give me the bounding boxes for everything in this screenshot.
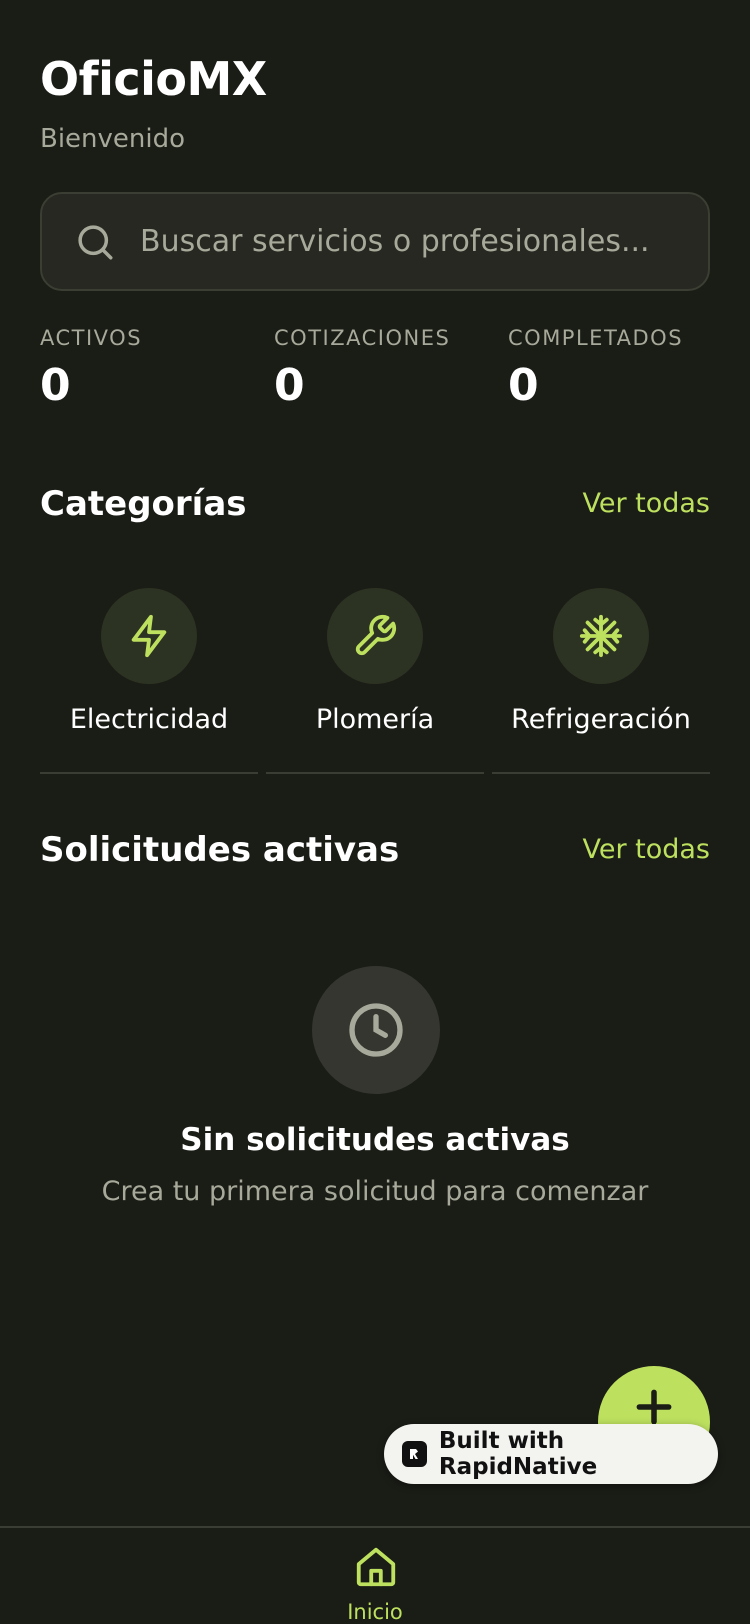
- badge-text: Built with RapidNative: [438, 1428, 598, 1480]
- app-title: OficioMX: [40, 52, 267, 106]
- lightning-icon: [131, 614, 167, 658]
- empty-state-title: Sin solicitudes activas: [180, 1122, 570, 1158]
- search-input[interactable]: [140, 224, 708, 259]
- rapidnative-logo-icon: [402, 1441, 427, 1467]
- built-with-badge[interactable]: Built with RapidNative: [384, 1424, 718, 1484]
- category-label: Refrigeración: [511, 704, 691, 735]
- plus-icon: [636, 1389, 672, 1425]
- stat-completados: COMPLETADOS 0: [508, 326, 683, 408]
- category-electricidad[interactable]: Electricidad: [40, 586, 258, 774]
- category-icon-circle: [553, 588, 649, 684]
- category-plomeria[interactable]: Plomería: [266, 586, 484, 774]
- category-label: Plomería: [315, 704, 435, 735]
- wrench-icon: [355, 614, 397, 656]
- stat-cotizaciones: COTIZACIONES 0: [274, 326, 450, 408]
- stat-label: COTIZACIONES: [274, 326, 451, 350]
- home-icon: [356, 1547, 396, 1587]
- stat-activos: ACTIVOS 0: [40, 326, 142, 408]
- empty-state-icon-circle: [312, 966, 440, 1094]
- home-screen: OficioMX Bienvenido ACTIVOS 0 COTIZACION…: [0, 0, 750, 1624]
- category-refrigeracion[interactable]: Refrigeración: [492, 586, 710, 774]
- category-icon-circle: [327, 588, 423, 684]
- stat-value: 0: [40, 360, 71, 411]
- snowflake-icon: [579, 614, 623, 658]
- stat-label: COMPLETADOS: [508, 326, 684, 350]
- requests-see-all-link[interactable]: Ver todas: [582, 834, 710, 865]
- tab-label: Inicio: [347, 1600, 403, 1624]
- stat-label: ACTIVOS: [40, 326, 143, 350]
- stat-value: 0: [274, 360, 305, 411]
- category-icon-circle: [101, 588, 197, 684]
- search-bar[interactable]: [40, 192, 710, 291]
- bottom-tab-bar: Inicio: [0, 1526, 750, 1624]
- welcome-subtitle: Bienvenido: [40, 124, 186, 154]
- categories-see-all-link[interactable]: Ver todas: [582, 488, 710, 519]
- search-icon: [78, 224, 113, 259]
- tab-inicio[interactable]: Inicio: [325, 1528, 425, 1624]
- empty-state-subtitle: Crea tu primera solicitud para comenzar: [101, 1176, 649, 1207]
- category-label: Electricidad: [69, 704, 229, 735]
- stat-value: 0: [508, 360, 539, 411]
- clock-icon: [349, 1003, 403, 1057]
- categories-title: Categorías: [40, 484, 247, 524]
- active-requests-title: Solicitudes activas: [40, 830, 400, 870]
